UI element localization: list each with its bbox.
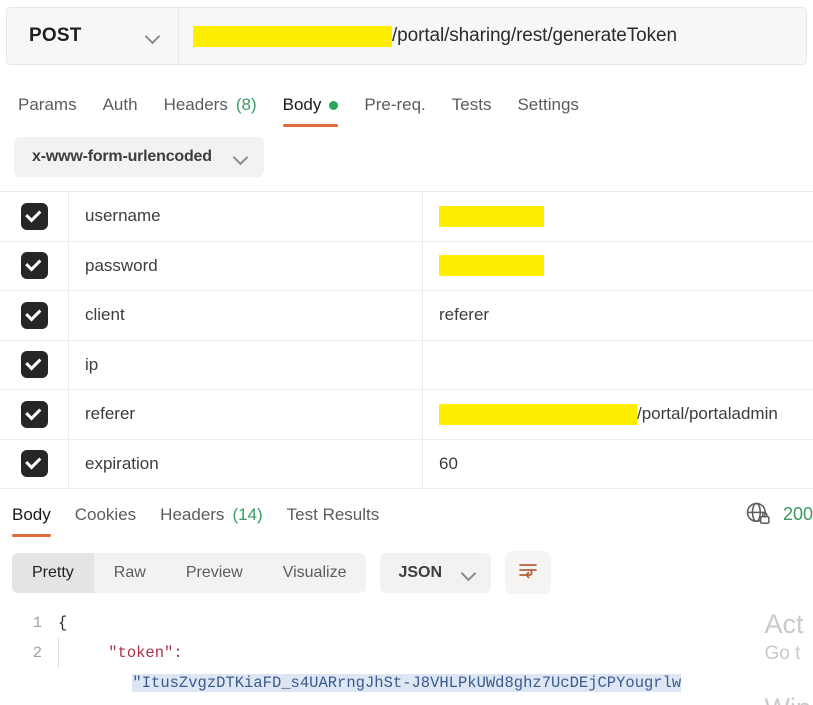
code-line-2: 2 "token": bbox=[0, 638, 813, 668]
table-row: username bbox=[0, 192, 813, 242]
tab-headers[interactable]: Headers (8) bbox=[164, 95, 257, 127]
tab-body[interactable]: Body bbox=[283, 95, 339, 127]
body-type-label: x-www-form-urlencoded bbox=[32, 148, 212, 166]
row-checkbox[interactable] bbox=[21, 302, 48, 329]
body-active-dot-icon bbox=[329, 101, 338, 110]
chevron-down-icon bbox=[234, 150, 248, 164]
response-body-code[interactable]: 1 { 2 "token": "ItusZvgzDTKiaFD_s4UARrng… bbox=[0, 608, 813, 705]
tab-auth-label: Auth bbox=[103, 95, 138, 115]
wrap-text-button[interactable] bbox=[505, 551, 551, 594]
body-type-row: x-www-form-urlencoded bbox=[0, 127, 813, 177]
row-value-text: /portal/portaladmin bbox=[637, 404, 778, 424]
row-key-cell[interactable]: expiration bbox=[69, 440, 423, 489]
row-key-cell[interactable]: referer bbox=[69, 390, 423, 439]
body-type-selector[interactable]: x-www-form-urlencoded bbox=[14, 137, 264, 177]
redacted-value bbox=[439, 404, 637, 425]
chevron-down-icon bbox=[146, 29, 160, 43]
table-row: client referer bbox=[0, 291, 813, 341]
row-value-cell[interactable]: 60 bbox=[423, 440, 813, 489]
row-checkbox[interactable] bbox=[21, 351, 48, 378]
code-json-value: "ItusZvgzDTKiaFD_s4UARrngJhSt-J8VHLPkUWd… bbox=[132, 674, 681, 692]
redacted-value bbox=[439, 206, 544, 227]
row-checkbox[interactable] bbox=[21, 450, 48, 477]
response-tab-test-results[interactable]: Test Results bbox=[287, 505, 380, 537]
response-tabs: Body Cookies Headers (14) Test Results 2… bbox=[0, 495, 813, 537]
row-key-cell[interactable]: username bbox=[69, 192, 423, 241]
url-bar: POST /portal/sharing/rest/generateToken bbox=[6, 7, 807, 65]
row-value-cell[interactable]: referer bbox=[423, 291, 813, 340]
view-mode-preview[interactable]: Preview bbox=[166, 553, 263, 593]
row-checkbox-cell bbox=[0, 242, 69, 291]
redacted-value bbox=[439, 255, 544, 276]
tab-body-label: Body bbox=[283, 95, 322, 115]
tab-prerequest[interactable]: Pre-req. bbox=[364, 95, 425, 127]
status-badge: 200 bbox=[783, 504, 813, 525]
code-line-1: 1 { bbox=[0, 608, 813, 638]
row-key-cell[interactable]: client bbox=[69, 291, 423, 340]
chevron-down-icon bbox=[462, 566, 476, 580]
tab-params-label: Params bbox=[18, 95, 77, 115]
tab-settings[interactable]: Settings bbox=[517, 95, 578, 127]
row-value-cell[interactable] bbox=[423, 192, 813, 241]
tab-prerequest-label: Pre-req. bbox=[364, 95, 425, 115]
response-tab-cookies-label: Cookies bbox=[75, 505, 136, 525]
tab-tests-label: Tests bbox=[452, 95, 492, 115]
tab-settings-label: Settings bbox=[517, 95, 578, 115]
response-tab-headers[interactable]: Headers (14) bbox=[160, 505, 263, 537]
row-value-cell[interactable] bbox=[423, 341, 813, 390]
tab-headers-count: (8) bbox=[236, 95, 257, 115]
tab-headers-label: Headers bbox=[164, 95, 228, 115]
row-checkbox-cell bbox=[0, 341, 69, 390]
response-tab-body-label: Body bbox=[12, 505, 51, 525]
response-tab-test-results-label: Test Results bbox=[287, 505, 380, 525]
url-path-text: /portal/sharing/rest/generateToken bbox=[392, 25, 677, 47]
view-mode-pretty[interactable]: Pretty bbox=[12, 553, 94, 593]
view-mode-segmented-control: Pretty Raw Preview Visualize bbox=[12, 553, 366, 593]
redacted-host bbox=[193, 26, 392, 47]
view-mode-visualize[interactable]: Visualize bbox=[263, 553, 367, 593]
url-input[interactable]: /portal/sharing/rest/generateToken bbox=[179, 8, 806, 64]
row-value-cell[interactable]: /portal/portaladmin bbox=[423, 390, 813, 439]
row-checkbox-cell bbox=[0, 291, 69, 340]
line-number: 1 bbox=[0, 608, 58, 638]
wrap-text-icon bbox=[517, 561, 539, 584]
table-row: referer /portal/portaladmin bbox=[0, 390, 813, 440]
response-format-selector[interactable]: JSON bbox=[380, 553, 491, 593]
row-checkbox-cell bbox=[0, 192, 69, 241]
response-tab-headers-count: (14) bbox=[232, 505, 262, 525]
table-row: expiration 60 bbox=[0, 440, 813, 490]
http-method-selector[interactable]: POST bbox=[7, 8, 179, 64]
http-method-label: POST bbox=[29, 25, 82, 47]
globe-lock-icon bbox=[745, 501, 771, 527]
tab-params[interactable]: Params bbox=[18, 95, 77, 127]
request-tabs: Params Auth Headers (8) Body Pre-req. Te… bbox=[0, 81, 813, 127]
row-checkbox[interactable] bbox=[21, 252, 48, 279]
code-text: { bbox=[58, 614, 67, 632]
row-key-cell[interactable]: password bbox=[69, 242, 423, 291]
row-checkbox[interactable] bbox=[21, 401, 48, 428]
view-mode-raw[interactable]: Raw bbox=[94, 553, 166, 593]
code-json-key: "token": bbox=[108, 644, 182, 662]
postman-request-response-view: POST /portal/sharing/rest/generateToken … bbox=[0, 7, 813, 705]
row-checkbox-cell bbox=[0, 390, 69, 439]
tab-auth[interactable]: Auth bbox=[103, 95, 138, 127]
response-status-group: 200 bbox=[745, 501, 813, 527]
row-value-cell[interactable] bbox=[423, 242, 813, 291]
row-key-cell[interactable]: ip bbox=[69, 341, 423, 390]
response-format-label: JSON bbox=[398, 564, 442, 582]
row-checkbox[interactable] bbox=[21, 203, 48, 230]
row-checkbox-cell bbox=[0, 440, 69, 489]
response-tab-body[interactable]: Body bbox=[12, 505, 51, 537]
code-line-2-wrapped: "ItusZvgzDTKiaFD_s4UARrngJhSt-J8VHLPkUWd… bbox=[0, 668, 813, 698]
table-row: password bbox=[0, 242, 813, 292]
table-row: ip bbox=[0, 341, 813, 391]
response-view-controls: Pretty Raw Preview Visualize JSON bbox=[0, 537, 813, 594]
response-tab-cookies[interactable]: Cookies bbox=[75, 505, 136, 537]
response-tab-headers-label: Headers bbox=[160, 505, 224, 525]
body-params-table: username password client referer bbox=[0, 191, 813, 489]
line-number: 2 bbox=[0, 638, 58, 668]
tab-tests[interactable]: Tests bbox=[452, 95, 492, 127]
